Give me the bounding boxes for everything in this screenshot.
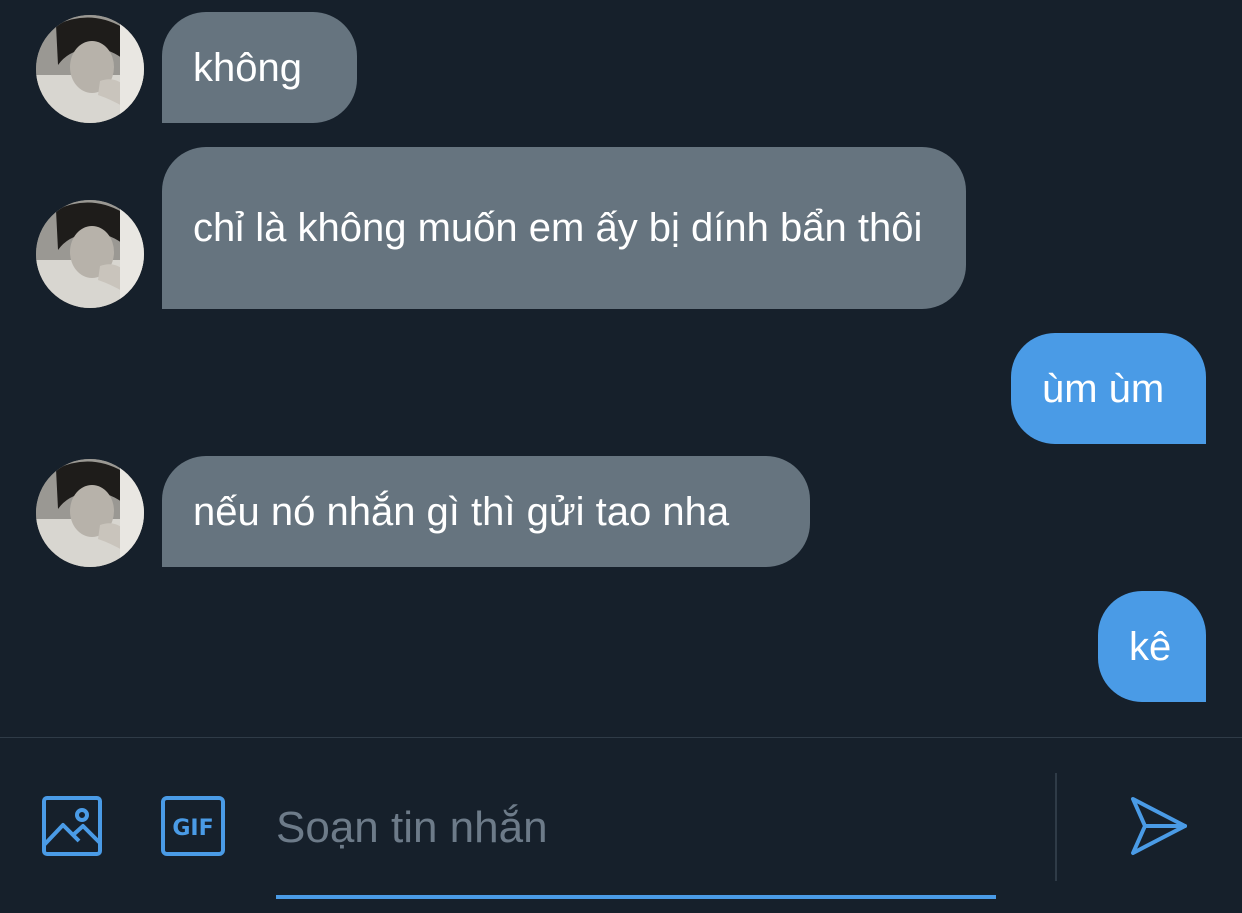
- message-composer: GIF: [0, 737, 1242, 913]
- contact-avatar[interactable]: [36, 15, 144, 123]
- composer-divider: [1055, 773, 1057, 881]
- message-text: ùm ùm: [1042, 366, 1165, 411]
- message-bubble-incoming[interactable]: nếu nó nhắn gì thì gửi tao nha: [162, 456, 810, 567]
- image-icon[interactable]: [40, 794, 104, 858]
- message-bubble-incoming[interactable]: không: [162, 12, 357, 123]
- dm-conversation-screen: không chỉ là không muốn em ấy bị dính bẩ…: [0, 0, 1242, 913]
- message-bubble-outgoing[interactable]: kê: [1098, 591, 1206, 702]
- message-text: chỉ là không muốn em ấy bị dính bẩn thôi: [193, 206, 923, 250]
- contact-avatar[interactable]: [36, 200, 144, 308]
- gif-icon[interactable]: GIF: [160, 794, 226, 858]
- message-bubble-incoming[interactable]: chỉ là không muốn em ấy bị dính bẩn thôi: [162, 147, 966, 309]
- compose-field-wrapper: [276, 778, 996, 900]
- message-bubble-outgoing[interactable]: ùm ùm: [1011, 333, 1206, 444]
- compose-message-input[interactable]: [276, 798, 996, 858]
- gif-label: GIF: [172, 816, 213, 841]
- message-text: không: [193, 45, 302, 90]
- message-text: kê: [1129, 624, 1172, 669]
- send-icon[interactable]: [1125, 794, 1191, 858]
- message-text: nếu nó nhắn gì thì gửi tao nha: [193, 489, 730, 534]
- contact-avatar[interactable]: [36, 459, 144, 567]
- input-focus-underline: [276, 895, 996, 899]
